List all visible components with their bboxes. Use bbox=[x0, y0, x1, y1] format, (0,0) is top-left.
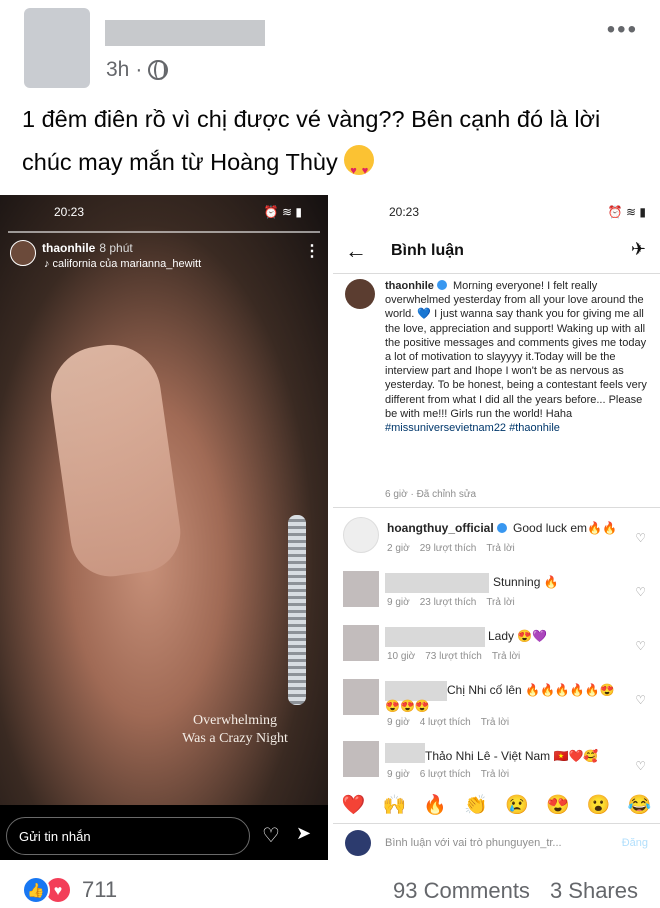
comment-item: Stunning 🔥 9 giờ 23 lượt thích Trả lời ♡ bbox=[333, 571, 660, 625]
crying-reaction-icon[interactable]: 😢 bbox=[505, 793, 529, 817]
globe-icon bbox=[148, 60, 169, 80]
laughing-reaction-icon[interactable]: 😂 bbox=[628, 793, 652, 817]
verified-icon bbox=[496, 523, 507, 533]
post-text: 1 đêm điên rồ vì chị được vé vàng?? Bên … bbox=[22, 98, 642, 193]
story-caption: Overwhelming Was a Crazy Night bbox=[182, 713, 288, 746]
caption-hashtags[interactable]: #missuniversevietnam22 #thaonhile bbox=[385, 422, 560, 434]
raised-hands-reaction-icon[interactable]: 🙌 bbox=[382, 793, 406, 817]
back-arrow-icon[interactable]: ← bbox=[345, 238, 367, 264]
story-message-input[interactable]: Gửi tin nhắn bbox=[6, 817, 250, 855]
story-avatar[interactable] bbox=[10, 240, 36, 266]
comment-input-row: Bình luận với vai trò phunguyen_tr... Đă… bbox=[333, 823, 660, 860]
heart-reaction-icon[interactable]: ❤️ bbox=[342, 793, 366, 817]
comments-header: ← Bình luận ✈ bbox=[333, 231, 660, 271]
caption-avatar[interactable] bbox=[345, 279, 375, 309]
comment-item: Thảo Nhi Lê - Việt Nam 🇻🇳❤️🥰 9 giờ 6 lượt… bbox=[333, 741, 660, 795]
poster-name[interactable] bbox=[105, 20, 265, 46]
comment-item: Chị Nhi cố lên 🔥🔥🔥🔥🔥😍 😍😍😍 9 giờ 4 lượt th… bbox=[333, 679, 660, 733]
comment-avatar[interactable] bbox=[343, 625, 379, 661]
heart-icon[interactable]: ♡ bbox=[262, 823, 280, 848]
like-heart-icon[interactable]: ♡ bbox=[635, 531, 646, 545]
more-options-icon[interactable]: ••• bbox=[607, 16, 638, 44]
quick-reaction-bar: ❤️ 🙌 🔥 👏 😢 😍 😮 😂 bbox=[333, 792, 660, 818]
clap-reaction-icon[interactable]: 👏 bbox=[464, 793, 488, 817]
story-earring bbox=[288, 515, 306, 705]
like-heart-icon[interactable]: ♡ bbox=[635, 759, 646, 773]
shares-count[interactable]: 3 Shares bbox=[550, 878, 638, 904]
send-icon[interactable]: ➤ bbox=[296, 823, 311, 844]
verified-icon bbox=[436, 280, 447, 290]
blurred-username[interactable] bbox=[385, 681, 447, 701]
comment-item: hoangthuy_official Good luck em🔥🔥 2 giờ 2… bbox=[333, 517, 660, 571]
share-icon[interactable]: ✈ bbox=[631, 239, 646, 260]
heart-eyes-emoji-icon bbox=[344, 145, 375, 193]
story-more-icon[interactable]: ⋮ bbox=[304, 241, 320, 261]
story-status-bar: 20:23 ⏰ ≋ ▮ bbox=[54, 205, 302, 219]
reaction-count[interactable]: 711 bbox=[82, 877, 117, 903]
comment-avatar[interactable] bbox=[343, 679, 379, 715]
blurred-username[interactable] bbox=[385, 573, 489, 593]
caption-username[interactable]: thaonhile bbox=[385, 280, 434, 292]
story-screenshot: 20:23 ⏰ ≋ ▮ thaonhile 8 phút ♪ california… bbox=[0, 195, 328, 860]
user-avatar bbox=[345, 830, 371, 856]
comment-avatar[interactable] bbox=[343, 571, 379, 607]
comments-status-bar: 20:23 ⏰ ≋ ▮ bbox=[389, 205, 646, 219]
post-comment-button[interactable]: Đăng bbox=[622, 837, 648, 849]
heart-eyes-reaction-icon[interactable]: 😍 bbox=[546, 793, 570, 817]
comment-input[interactable]: Bình luận với vai trò phunguyen_tr... bbox=[385, 837, 562, 849]
comment-avatar[interactable] bbox=[343, 517, 379, 553]
poster-avatar[interactable] bbox=[24, 8, 90, 88]
caption-text: thaonhile Morning everyone! I felt reall… bbox=[385, 280, 647, 435]
blurred-username[interactable] bbox=[385, 627, 485, 647]
post-stats: 93 Comments 3 Shares bbox=[393, 878, 638, 904]
caption-meta: 6 giờ · Đã chỉnh sửa bbox=[385, 489, 477, 500]
post-time[interactable]: 3h bbox=[106, 58, 129, 82]
reaction-summary[interactable]: 👍 ♥ 711 bbox=[22, 876, 117, 904]
story-progress-bar bbox=[8, 231, 320, 233]
status-icons: ⏰ ≋ ▮ bbox=[607, 205, 646, 219]
like-heart-icon[interactable]: ♡ bbox=[635, 585, 646, 599]
comments-screenshot: 20:23 ⏰ ≋ ▮ ← Bình luận ✈ thaonhile Morn… bbox=[333, 195, 660, 860]
comments-count[interactable]: 93 Comments bbox=[393, 878, 530, 904]
comment-item: Lady 😍💜 10 giờ 73 lượt thích Trả lời ♡ bbox=[333, 625, 660, 679]
comment-avatar[interactable] bbox=[343, 741, 379, 777]
post-meta: 3h · bbox=[106, 58, 169, 82]
story-username[interactable]: thaonhile 8 phút bbox=[42, 241, 133, 255]
blurred-username[interactable] bbox=[385, 743, 425, 763]
comments-title: Bình luận bbox=[391, 242, 464, 259]
fire-reaction-icon[interactable]: 🔥 bbox=[423, 793, 447, 817]
like-heart-icon[interactable]: ♡ bbox=[635, 693, 646, 707]
like-icon: 👍 bbox=[22, 876, 50, 904]
surprised-reaction-icon[interactable]: 😮 bbox=[587, 793, 611, 817]
like-heart-icon[interactable]: ♡ bbox=[635, 639, 646, 653]
status-icons: ⏰ ≋ ▮ bbox=[263, 205, 302, 219]
story-music[interactable]: ♪ california của marianna_hewitt bbox=[44, 258, 201, 270]
